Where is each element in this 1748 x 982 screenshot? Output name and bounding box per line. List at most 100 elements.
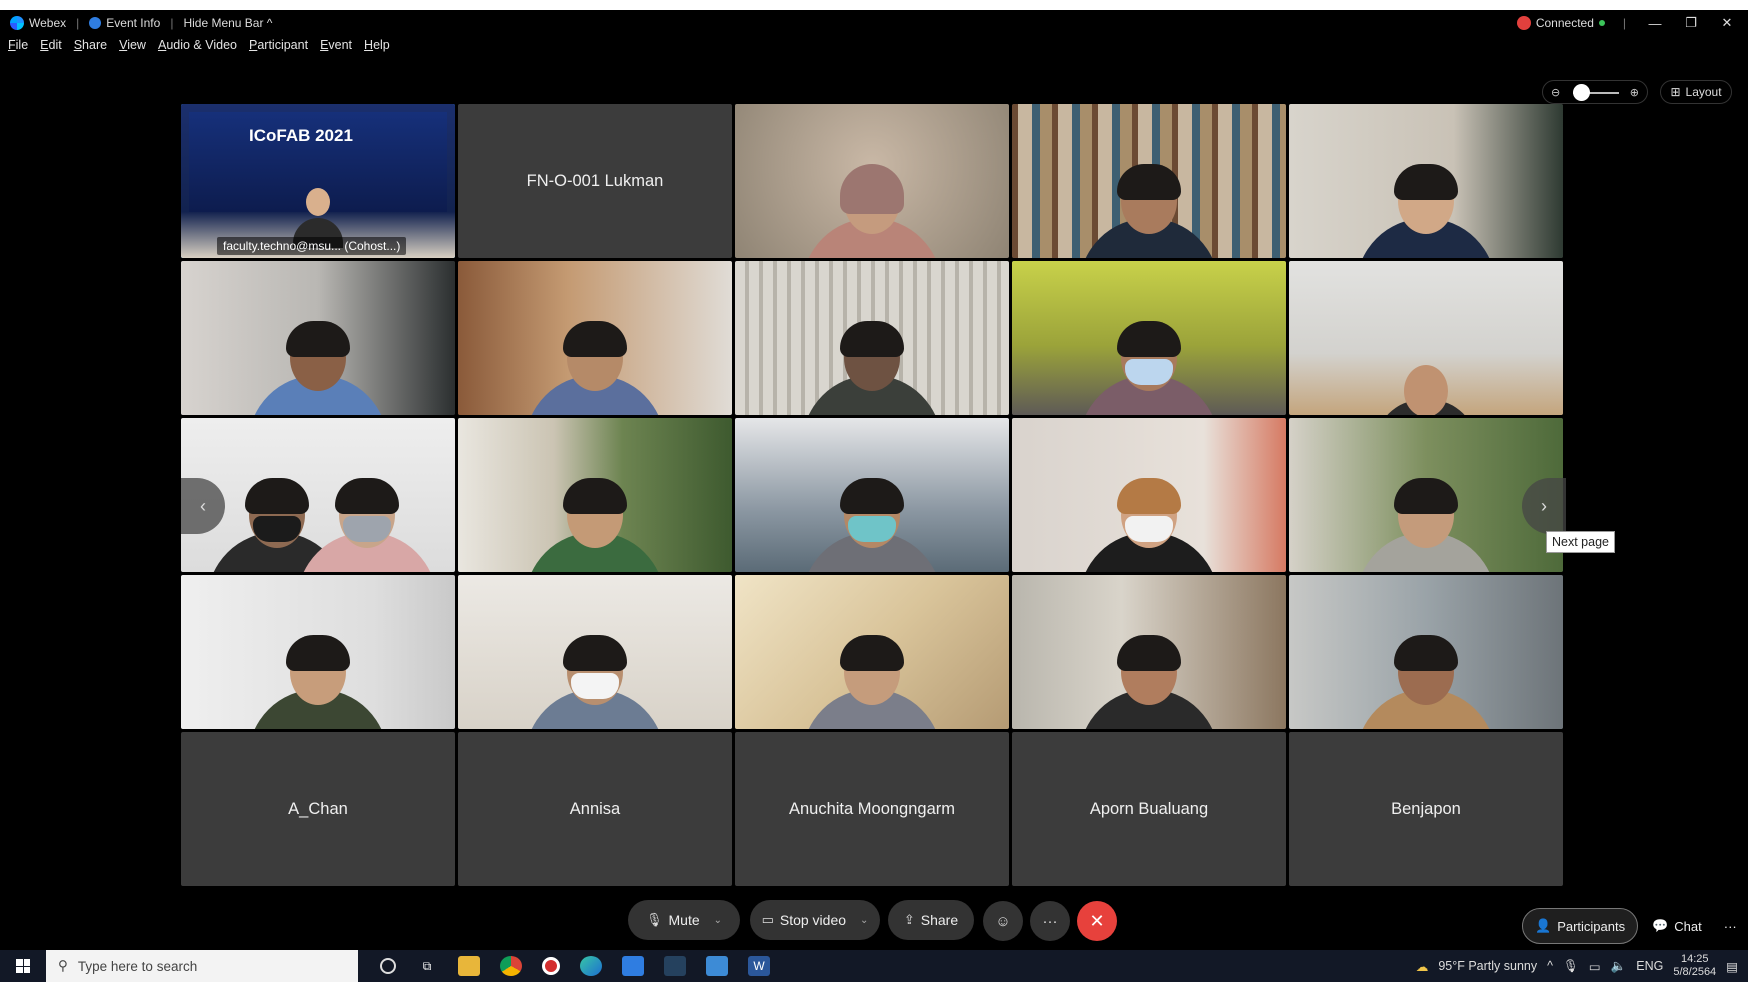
network-icon[interactable]: ▭	[1589, 959, 1601, 974]
video-tile[interactable]	[1289, 418, 1563, 572]
panel-controls: 👤 Participants 💬 Chat ···	[1522, 908, 1745, 944]
connection-status[interactable]: Connected	[1516, 16, 1605, 30]
task-view-icon[interactable]: ⧉	[416, 956, 438, 976]
word-icon[interactable]: W	[748, 956, 770, 976]
close-icon: ✕	[1089, 910, 1105, 931]
chat-bubble-icon: 💬	[1652, 918, 1669, 933]
video-tile[interactable]	[1289, 261, 1563, 415]
minimize-icon[interactable]: —	[1644, 16, 1666, 31]
menu-view[interactable]: View	[119, 38, 146, 58]
microphone-icon: 🎙	[645, 912, 663, 927]
menu-help[interactable]: Help	[364, 38, 390, 58]
chevron-right-icon: ›	[1541, 495, 1547, 516]
connection-status-label: Connected	[1535, 16, 1594, 30]
stop-video-button[interactable]: ▭ Stop video ⌄	[750, 900, 880, 940]
menu-audio-video[interactable]: Audio & Video	[158, 38, 237, 58]
search-placeholder: Type here to search	[77, 958, 198, 974]
video-camera-icon: ▭	[761, 912, 774, 927]
video-tile-cohost[interactable]: ICoFAB 2021 faculty.techno@msu... (Cohos…	[181, 104, 455, 258]
windows-logo-icon	[16, 959, 30, 973]
share-button[interactable]: ⇪ Share	[888, 900, 974, 940]
video-tile[interactable]	[735, 261, 1009, 415]
record-icon[interactable]	[542, 957, 560, 975]
taskbar-search[interactable]: ⚲ Type here to search	[46, 950, 358, 982]
menu-edit[interactable]: Edit	[40, 38, 62, 58]
participant-tile-name[interactable]: A_Chan	[181, 732, 455, 886]
menu-share[interactable]: Share	[74, 38, 107, 58]
webex-logo-icon	[10, 16, 24, 30]
participant-tile-name[interactable]: Benjapon	[1289, 732, 1563, 886]
search-icon: ⚲	[58, 958, 68, 973]
zoom-out-icon[interactable]: ⊖	[1551, 86, 1560, 99]
microphone-tray-icon[interactable]: 🎙	[1563, 959, 1579, 974]
close-icon[interactable]: ✕	[1716, 15, 1738, 31]
smiley-icon: ☺	[995, 912, 1011, 930]
restore-icon[interactable]: ❐	[1680, 15, 1702, 31]
info-icon	[89, 17, 102, 29]
chrome-icon[interactable]	[500, 956, 522, 976]
grid-icon: ⊞	[1670, 85, 1681, 99]
menu-file[interactable]: File	[8, 38, 28, 58]
video-tile[interactable]	[458, 418, 732, 572]
video-tile[interactable]	[1289, 575, 1563, 729]
video-tile[interactable]	[458, 575, 732, 729]
zoom-control: ⊖ ⊕	[1542, 80, 1648, 104]
event-banner-title: ICoFAB 2021	[249, 126, 353, 145]
participant-tile-name[interactable]: Annisa	[458, 732, 732, 886]
participant-tile-name[interactable]: Aporn Bualuang	[1012, 732, 1286, 886]
menu-bar: File Edit Share View Audio & Video Parti…	[8, 38, 390, 58]
menu-event[interactable]: Event	[320, 38, 352, 58]
participants-button[interactable]: 👤 Participants	[1522, 908, 1639, 944]
title-bar: Webex | Event Info | Hide Menu Bar ^ Con…	[0, 10, 1748, 36]
video-tile[interactable]	[181, 575, 455, 729]
cortana-icon[interactable]	[380, 958, 396, 974]
video-tile[interactable]	[1012, 418, 1286, 572]
video-tile[interactable]	[735, 104, 1009, 258]
weather-text[interactable]: 95°F Partly sunny	[1438, 959, 1537, 973]
clock[interactable]: 14:25 5/8/2564	[1673, 953, 1716, 979]
chevron-down-icon[interactable]: ⌄	[860, 915, 868, 926]
webex-taskbar-icon[interactable]	[664, 956, 686, 976]
share-icon: ⇪	[903, 912, 915, 927]
edge-icon[interactable]	[580, 956, 602, 976]
video-tile[interactable]	[1289, 104, 1563, 258]
person-icon: 👤	[1535, 918, 1552, 933]
chat-button[interactable]: 💬 Chat	[1640, 908, 1714, 944]
video-tile[interactable]	[458, 261, 732, 415]
more-dots-icon: ···	[1723, 918, 1737, 934]
video-tile[interactable]	[1012, 261, 1286, 415]
video-tile[interactable]	[735, 575, 1009, 729]
panel-more-button[interactable]: ···	[1716, 908, 1745, 944]
zoom-slider-thumb[interactable]	[1573, 84, 1590, 101]
participant-tile-name[interactable]: Anuchita Moongngarm	[735, 732, 1009, 886]
mute-button[interactable]: 🎙 Mute ⌄	[628, 900, 740, 940]
reactions-button[interactable]: ☺	[983, 901, 1023, 941]
app-title[interactable]: Webex	[10, 16, 66, 30]
start-button[interactable]	[0, 959, 46, 973]
end-meeting-button[interactable]: ✕	[1077, 901, 1117, 941]
weather-icon: ☁	[1415, 959, 1429, 974]
zoom-in-icon[interactable]: ⊕	[1630, 86, 1639, 99]
menu-participant[interactable]: Participant	[249, 38, 308, 58]
monitor-icon[interactable]	[706, 956, 728, 976]
language-indicator[interactable]: ENG	[1636, 959, 1663, 973]
layout-button[interactable]: ⊞ Layout	[1660, 80, 1732, 104]
participant-tile-name[interactable]: FN-O-001 Lukman	[458, 104, 732, 258]
notifications-icon[interactable]: ▤	[1726, 959, 1738, 974]
hide-menu-bar-button[interactable]: Hide Menu Bar ^	[183, 16, 272, 30]
video-tile[interactable]	[735, 418, 1009, 572]
file-explorer-icon[interactable]	[458, 956, 480, 976]
chevron-down-icon[interactable]: ⌄	[714, 915, 722, 926]
next-page-tooltip: Next page	[1546, 531, 1615, 553]
more-options-button[interactable]: ···	[1030, 901, 1070, 941]
speaker-icon[interactable]: 🔈	[1611, 959, 1627, 974]
video-tile[interactable]	[181, 261, 455, 415]
video-tile[interactable]	[1012, 104, 1286, 258]
more-dots-icon: ···	[1042, 912, 1058, 930]
event-info-button[interactable]: Event Info	[89, 16, 160, 30]
chevron-up-icon[interactable]: ^	[1547, 959, 1553, 973]
windows-taskbar: ⚲ Type here to search ⧉ W ☁ 95°F Partly …	[0, 950, 1748, 982]
video-tile[interactable]	[1012, 575, 1286, 729]
photos-icon[interactable]	[622, 956, 644, 976]
app-name: Webex	[29, 16, 67, 30]
